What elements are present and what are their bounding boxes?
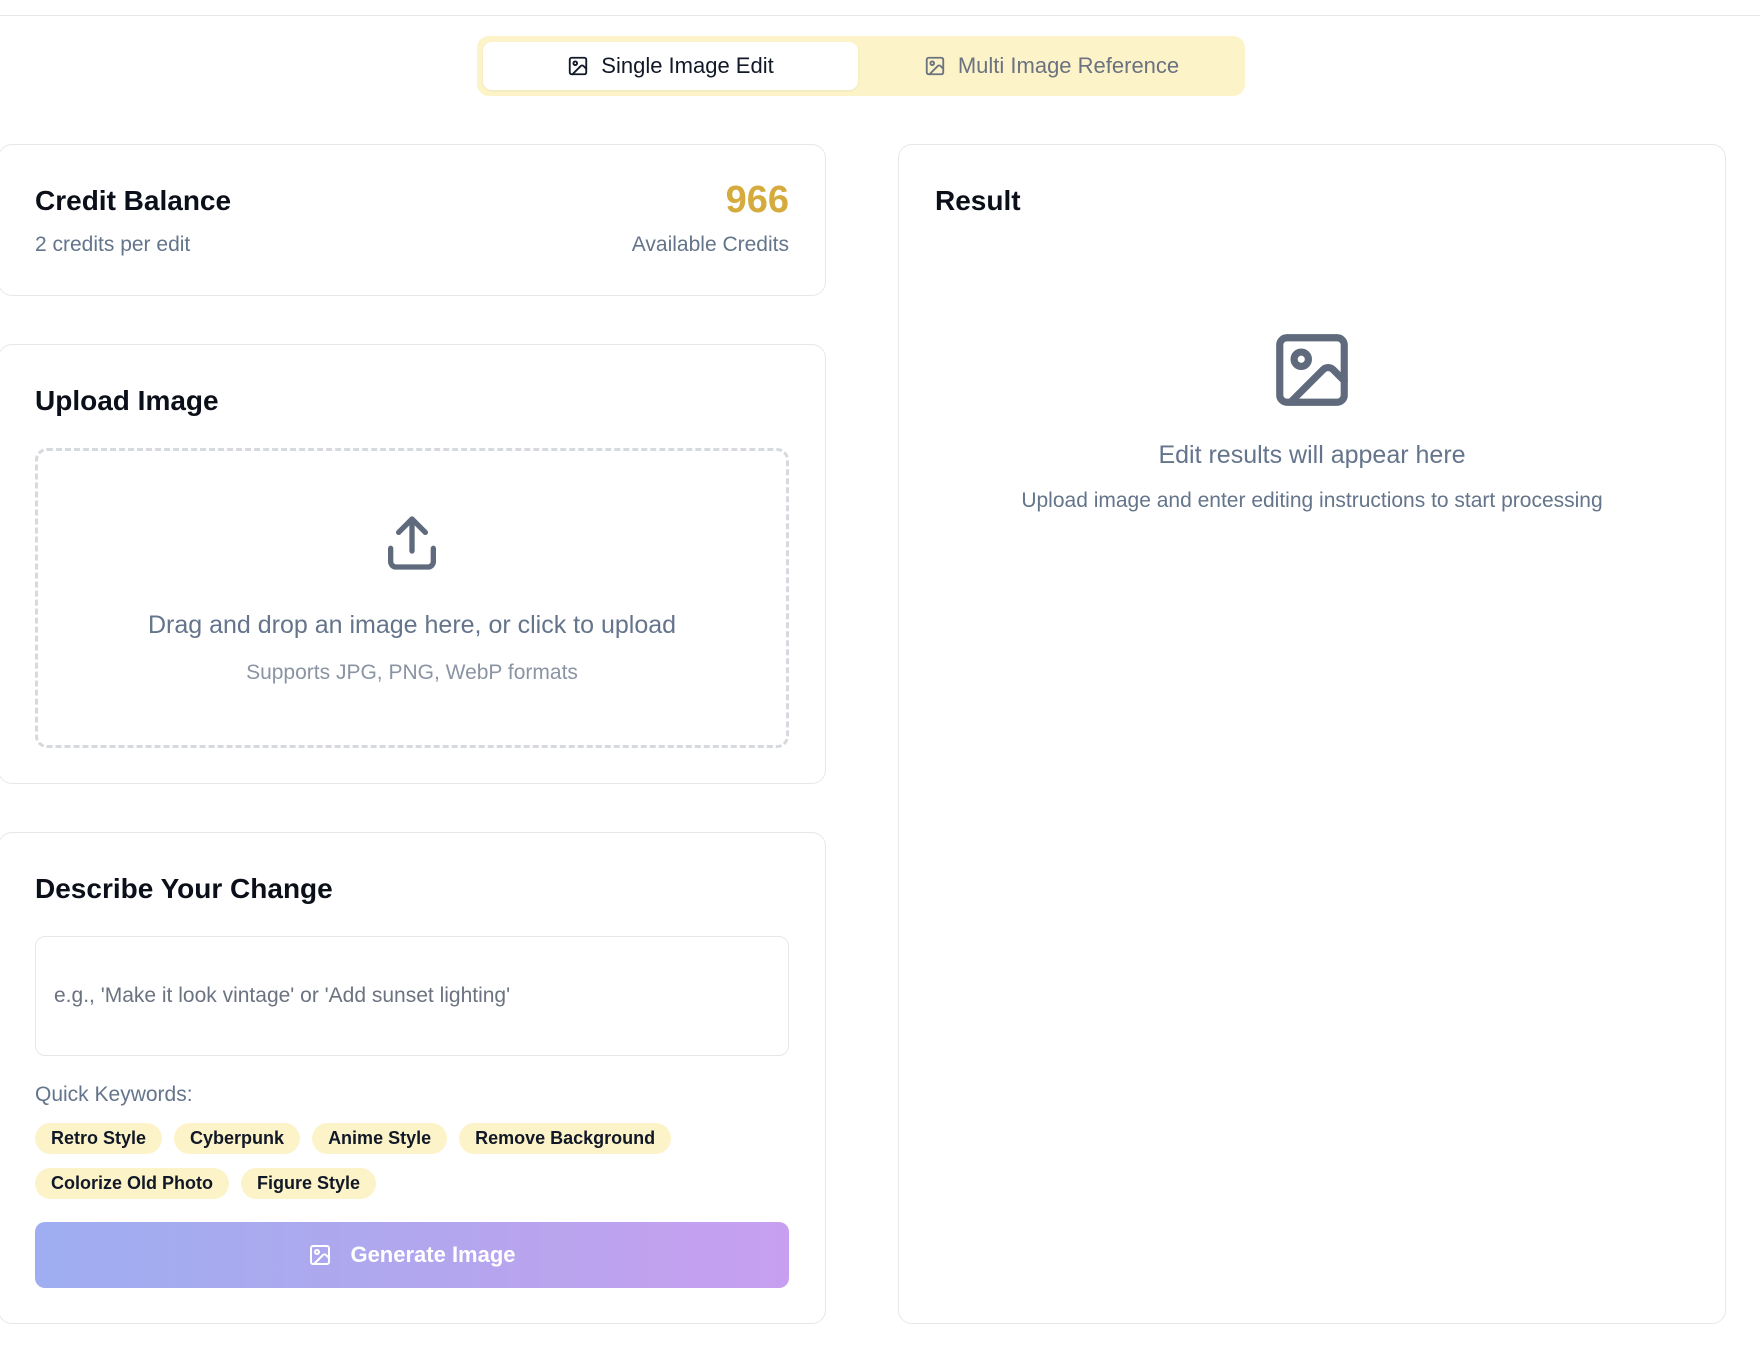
image-dropzone[interactable]: Drag and drop an image here, or click to…: [35, 448, 789, 748]
tab-single-label: Single Image Edit: [601, 53, 774, 78]
tab-single-image-edit[interactable]: Single Image Edit: [483, 42, 858, 90]
upload-image-card: Upload Image Drag and drop an image here…: [0, 344, 826, 784]
image-icon: [925, 56, 944, 76]
image-icon: [310, 1245, 331, 1265]
generate-image-button[interactable]: Generate Image: [35, 1222, 789, 1288]
upload-image-title: Upload Image: [35, 385, 219, 416]
result-title: Result: [935, 185, 1021, 216]
credits-per-edit: 2 credits per edit: [35, 233, 191, 256]
result-empty-title: Edit results will appear here: [1158, 441, 1466, 469]
result-card: Result Edit results will appear here Upl…: [898, 144, 1726, 1324]
available-credits-value: 966: [725, 179, 789, 221]
quick-keywords-label: Quick Keywords:: [35, 1083, 193, 1106]
result-empty-subtitle: Upload image and enter editing instructi…: [1021, 489, 1603, 512]
keyword-chip-figure-style[interactable]: Figure Style: [241, 1168, 377, 1199]
credit-balance-title: Credit Balance: [35, 185, 232, 216]
image-icon: [569, 56, 588, 76]
image-placeholder-icon: [1276, 334, 1348, 406]
keyword-chip-remove-background[interactable]: Remove Background: [459, 1123, 672, 1154]
available-credits-label: Available Credits: [631, 233, 789, 256]
keyword-chip-anime-style[interactable]: Anime Style: [312, 1123, 448, 1154]
tab-multi-label: Multi Image Reference: [957, 53, 1180, 78]
mode-switcher: Single Image Edit Multi Image Reference: [477, 36, 1245, 96]
quick-keywords-list: Retro Style Cyberpunk Anime Style Remove…: [35, 1123, 795, 1199]
dropzone-formats: Supports JPG, PNG, WebP formats: [246, 661, 578, 684]
tab-multi-image-reference[interactable]: Multi Image Reference: [864, 42, 1239, 90]
describe-change-title: Describe Your Change: [35, 873, 333, 904]
generate-image-label: Generate Image: [350, 1242, 516, 1267]
keyword-chip-colorize-old-photo[interactable]: Colorize Old Photo: [35, 1168, 229, 1199]
credit-balance-card: Credit Balance 2 credits per edit 966 Av…: [0, 144, 826, 296]
upload-icon: [388, 516, 436, 570]
keyword-chip-retro-style[interactable]: Retro Style: [35, 1123, 163, 1154]
keyword-chip-cyberpunk[interactable]: Cyberpunk: [174, 1123, 301, 1154]
top-divider: [0, 15, 1760, 16]
edit-prompt-input[interactable]: [35, 936, 789, 1056]
describe-change-card: Describe Your Change Quick Keywords: Ret…: [0, 832, 826, 1324]
dropzone-instructions: Drag and drop an image here, or click to…: [147, 611, 677, 639]
